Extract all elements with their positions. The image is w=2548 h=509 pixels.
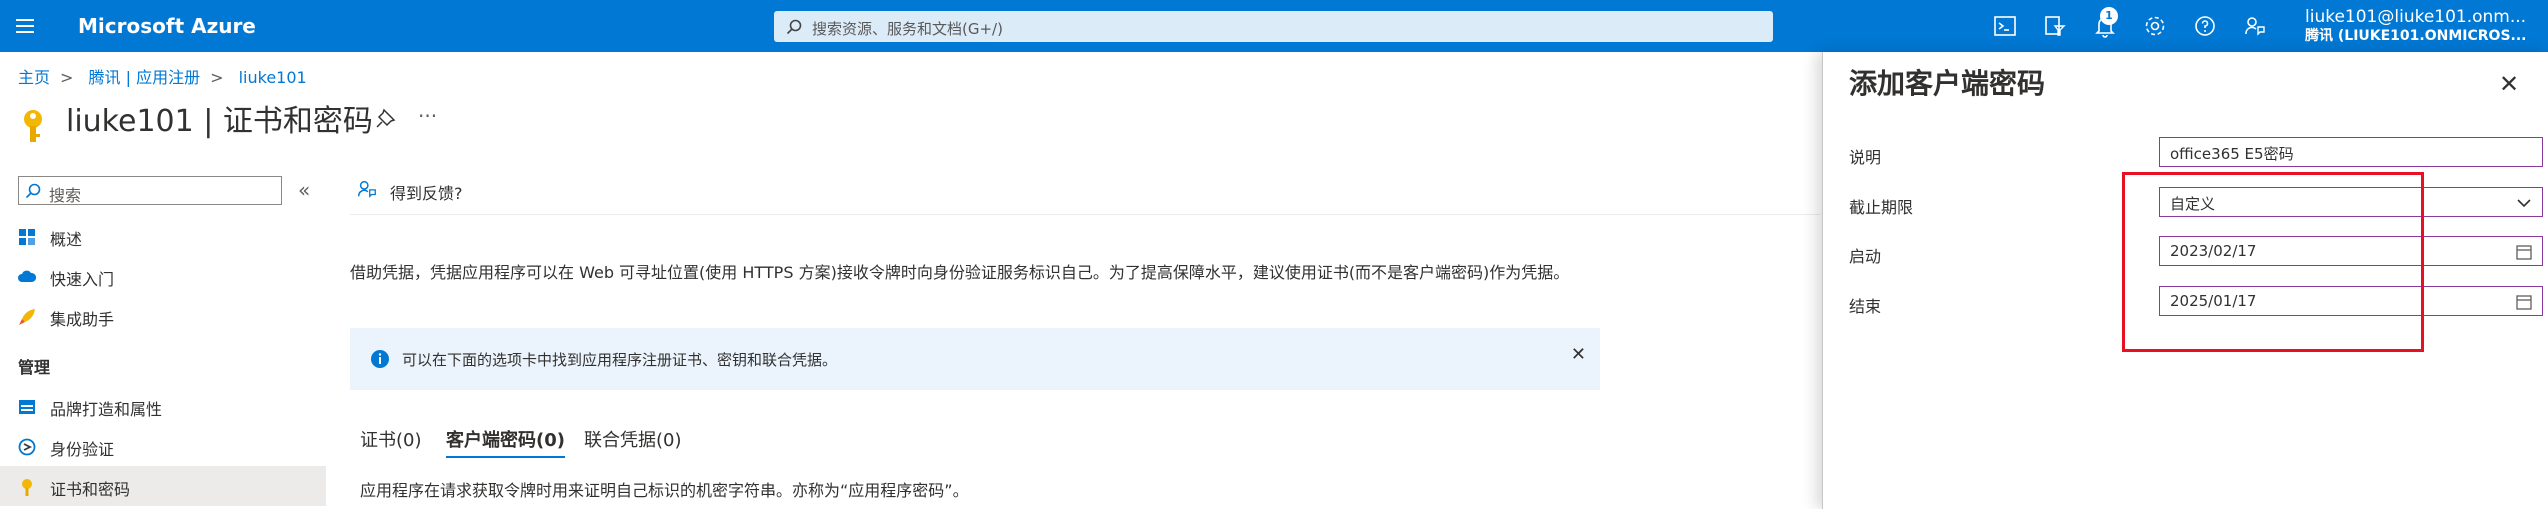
breadcrumb-separator: >	[210, 68, 224, 87]
nav-item-label: 身份验证	[50, 440, 115, 459]
search-icon	[25, 183, 41, 199]
secrets-description: 应用程序在请求获取令牌时用来证明自己标识的机密字符串。亦称为“应用程序密码”。	[360, 481, 969, 500]
nav-item-label: 概述	[50, 230, 83, 249]
feedback-label: 得到反馈?	[390, 184, 463, 203]
nav-item-quickstart[interactable]: 快速入门	[0, 256, 326, 296]
description-input[interactable]: office365 E5密码	[2159, 137, 2543, 167]
credentials-description: 借助凭据，凭据应用程序可以在 Web 可寻址位置(使用 HTTPS 方案)接收令…	[350, 263, 1570, 282]
nav-item-label: 证书和密码	[50, 480, 131, 499]
search-placeholder: 搜索资源、服务和文档(G+/)	[812, 20, 1003, 38]
nav-item-label: 快速入门	[50, 270, 115, 289]
field-label-end: 结束	[1849, 297, 1882, 316]
page-title: liuke101 | 证书和密码	[66, 104, 373, 139]
description-value: office365 E5密码	[2170, 145, 2294, 163]
calendar-icon[interactable]	[2516, 244, 2532, 260]
key-icon	[24, 110, 42, 142]
feedback-icon	[358, 180, 376, 198]
tab-federated-credentials[interactable]: 联合凭据(0)	[584, 426, 682, 452]
info-icon	[371, 350, 389, 368]
info-text: 可以在下面的选项卡中找到应用程序注册证书、密钥和联合凭据。	[402, 351, 838, 369]
account-menu[interactable]: liuke101@liuke101.onm... 腾讯 (LIUKE101.ON…	[2305, 7, 2526, 45]
nav-item-integration-assistant[interactable]: 集成助手	[0, 296, 326, 336]
breadcrumb: 主页 > 腾讯 | 应用注册 > liuke101	[18, 64, 317, 88]
highlight-annotation	[2122, 172, 2424, 352]
collapse-menu-button[interactable]: «	[298, 178, 310, 202]
cloud-shell-icon[interactable]	[1993, 14, 2017, 38]
field-label-description: 说明	[1849, 148, 1882, 167]
toolbar-divider	[350, 214, 1820, 215]
grid-icon	[19, 229, 35, 245]
global-search-input[interactable]: 搜索资源、服务和文档(G+/)	[774, 11, 1773, 42]
nav-item-label: 集成助手	[50, 310, 115, 329]
left-nav-search-input[interactable]: 搜索	[18, 176, 282, 205]
directory-filter-icon[interactable]	[2043, 14, 2067, 38]
search-icon	[786, 19, 802, 35]
auth-icon	[18, 438, 36, 456]
more-options-button[interactable]: ···	[418, 104, 437, 128]
account-user: liuke101@liuke101.onm...	[2305, 7, 2527, 27]
breadcrumb-separator: >	[60, 68, 74, 87]
nav-item-overview[interactable]: 概述	[0, 216, 326, 256]
notification-badge: 1	[2100, 7, 2118, 25]
close-icon[interactable]: ✕	[2499, 70, 2519, 98]
brand-title[interactable]: Microsoft Azure	[78, 14, 256, 38]
calendar-icon[interactable]	[2516, 294, 2532, 310]
chevron-down-icon	[2517, 199, 2531, 208]
tab-client-secrets[interactable]: 客户端密码(0)	[446, 426, 565, 458]
account-tenant: 腾讯 (LIUKE101.ONMICROS...	[2305, 28, 2527, 44]
breadcrumb-app[interactable]: liuke101	[239, 68, 307, 87]
breadcrumb-home[interactable]: 主页	[18, 68, 50, 87]
feedback-icon[interactable]	[2243, 14, 2267, 38]
settings-gear-icon[interactable]	[2143, 14, 2167, 38]
help-icon[interactable]	[2193, 14, 2217, 38]
menu-icon[interactable]	[16, 19, 34, 33]
nav-item-certificates-secrets[interactable]: 证书和密码	[0, 466, 326, 506]
left-search-placeholder: 搜索	[49, 186, 82, 205]
nav-item-label: 品牌打造和属性	[50, 400, 163, 419]
breadcrumb-app-registrations[interactable]: 腾讯 | 应用注册	[89, 68, 201, 87]
nav-item-authentication[interactable]: 身份验证	[0, 426, 326, 466]
field-label-start: 启动	[1849, 247, 1882, 266]
rocket-icon	[19, 309, 35, 325]
panel-title: 添加客户端密码	[1849, 67, 2046, 100]
field-label-expires: 截止期限	[1849, 198, 1914, 217]
feedback-button[interactable]: 得到反馈?	[356, 178, 463, 204]
key-icon	[22, 479, 32, 496]
tab-certificates[interactable]: 证书(0)	[360, 426, 422, 452]
pin-icon[interactable]	[376, 108, 396, 128]
close-icon[interactable]: ✕	[1571, 344, 1586, 365]
nav-item-branding[interactable]: 品牌打造和属性	[0, 386, 326, 426]
cloud-icon	[18, 270, 36, 282]
section-manage: 管理	[18, 358, 51, 377]
info-banner: 可以在下面的选项卡中找到应用程序注册证书、密钥和联合凭据。 ✕	[350, 328, 1600, 390]
top-bar: Microsoft Azure 搜索资源、服务和文档(G+/) 1 liuke1…	[0, 0, 2548, 52]
branding-icon	[19, 400, 35, 414]
